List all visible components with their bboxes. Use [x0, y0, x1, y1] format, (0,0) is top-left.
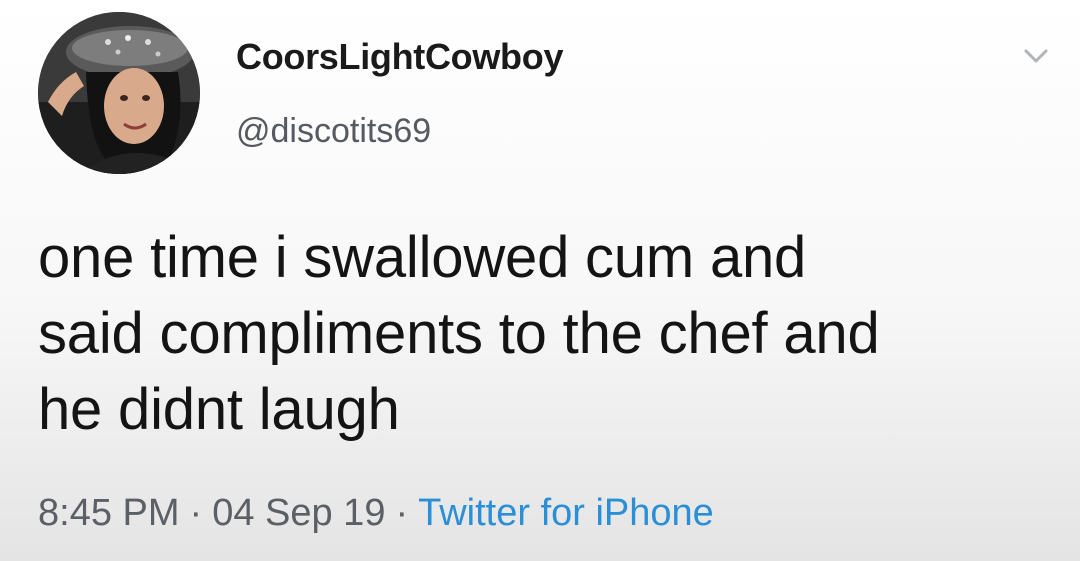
meta-separator: ·: [189, 492, 203, 534]
avatar[interactable]: [38, 12, 200, 174]
meta-separator: ·: [395, 492, 409, 534]
tweet-text: one time i swallowed cum and said compli…: [38, 220, 1048, 448]
user-handle[interactable]: @discotits69: [236, 112, 431, 151]
tweet-text-line: one time i swallowed cum and: [38, 225, 807, 290]
tweet-source-link[interactable]: Twitter for iPhone: [418, 492, 714, 534]
display-name[interactable]: CoorsLightCowboy: [236, 36, 563, 78]
tweet-text-line: said compliments to the chef and: [38, 301, 880, 366]
profile-photo-icon: [38, 12, 200, 174]
tweet-text-line: he didnt laugh: [38, 377, 400, 442]
tweet-time: 8:45 PM: [38, 492, 180, 534]
tweet-card: CoorsLightCowboy @discotits69 one time i…: [0, 0, 1080, 561]
tweet-meta: 8:45 PM · 04 Sep 19 · Twitter for iPhone: [38, 492, 714, 535]
chevron-down-icon[interactable]: [1016, 36, 1056, 76]
tweet-date: 04 Sep 19: [212, 492, 386, 534]
